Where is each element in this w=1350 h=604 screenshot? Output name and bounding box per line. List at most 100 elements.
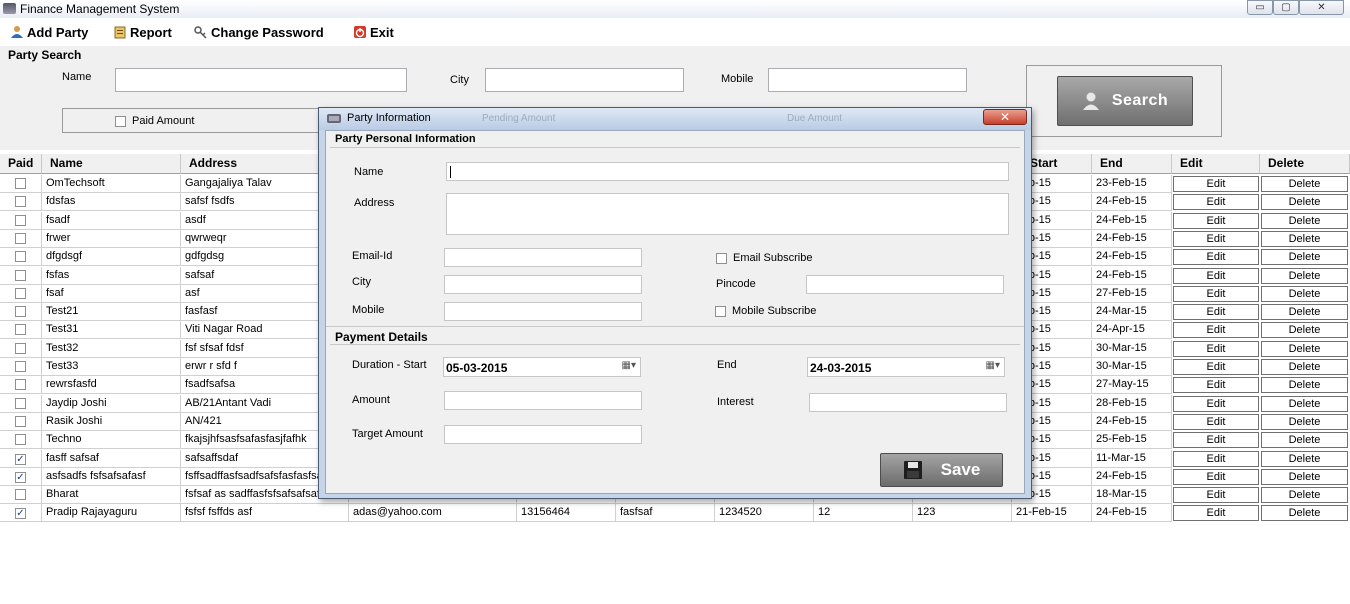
- party-mobile-input[interactable]: [444, 302, 642, 321]
- edit-button[interactable]: Edit: [1173, 194, 1259, 211]
- delete-button[interactable]: Delete: [1261, 212, 1348, 229]
- edit-button[interactable]: Edit: [1173, 359, 1259, 375]
- amount-input[interactable]: [444, 391, 642, 410]
- edit-button[interactable]: Edit: [1173, 249, 1259, 266]
- party-pincode-input[interactable]: [806, 275, 1004, 294]
- email-subscribe-row[interactable]: Email Subscribe: [716, 252, 812, 264]
- party-email-input[interactable]: [444, 248, 642, 267]
- paid-checkbox[interactable]: [15, 379, 26, 391]
- edit-button[interactable]: Edit: [1173, 285, 1259, 302]
- edit-button[interactable]: Edit: [1173, 395, 1259, 412]
- edit-button[interactable]: Edit: [1173, 212, 1259, 229]
- delete-button[interactable]: Delete: [1261, 413, 1348, 430]
- edit-button[interactable]: Edit: [1173, 450, 1259, 467]
- paid-checkbox[interactable]: [15, 471, 26, 483]
- edit-button[interactable]: Edit: [1173, 176, 1259, 192]
- edit-button[interactable]: Edit: [1173, 432, 1259, 449]
- search-city-input[interactable]: [485, 68, 684, 92]
- delete-button[interactable]: Delete: [1261, 505, 1348, 522]
- paid-checkbox[interactable]: [15, 306, 26, 318]
- delete-button[interactable]: Delete: [1261, 340, 1348, 357]
- calendar-dropdown-icon[interactable]: ▦▾: [986, 360, 1000, 371]
- paid-checkbox[interactable]: [15, 178, 26, 189]
- menu-report[interactable]: Report: [113, 24, 172, 40]
- paid-cell[interactable]: [0, 467, 42, 486]
- menu-change-password[interactable]: Change Password: [194, 24, 324, 40]
- delete-button[interactable]: Delete: [1261, 176, 1348, 192]
- duration-start-picker[interactable]: 05-03-2015 ▦▾: [443, 357, 641, 377]
- mobile-subscribe-row[interactable]: Mobile Subscribe: [715, 305, 816, 317]
- search-mobile-input[interactable]: [768, 68, 967, 92]
- edit-button[interactable]: Edit: [1173, 505, 1259, 522]
- delete-button[interactable]: Delete: [1261, 377, 1348, 394]
- paid-checkbox[interactable]: [15, 251, 26, 263]
- minimize-button[interactable]: ▭: [1247, 0, 1273, 15]
- edit-button[interactable]: Edit: [1173, 487, 1259, 504]
- edit-button[interactable]: Edit: [1173, 468, 1259, 485]
- delete-button[interactable]: Delete: [1261, 230, 1348, 247]
- paid-cell[interactable]: [0, 394, 42, 413]
- paid-cell[interactable]: [0, 211, 42, 230]
- paid-cell[interactable]: [0, 175, 42, 193]
- menu-add-party[interactable]: Add Party: [10, 24, 88, 40]
- search-button[interactable]: Search: [1057, 76, 1193, 126]
- col-header-delete[interactable]: Delete: [1260, 154, 1350, 174]
- col-header-edit[interactable]: Edit: [1172, 154, 1260, 174]
- paid-cell[interactable]: [0, 339, 42, 358]
- paid-cell[interactable]: [0, 266, 42, 285]
- save-button[interactable]: Save: [880, 453, 1003, 487]
- delete-button[interactable]: Delete: [1261, 432, 1348, 449]
- paid-cell[interactable]: [0, 193, 42, 212]
- paid-checkbox[interactable]: [15, 269, 26, 281]
- paid-checkbox[interactable]: [15, 287, 26, 299]
- paid-checkbox[interactable]: [15, 508, 26, 520]
- col-header-end[interactable]: End: [1092, 154, 1172, 174]
- party-address-input[interactable]: [446, 193, 1009, 235]
- paid-checkbox[interactable]: [15, 342, 26, 354]
- paid-cell[interactable]: [0, 284, 42, 303]
- paid-cell[interactable]: [0, 358, 42, 376]
- paid-cell[interactable]: [0, 412, 42, 431]
- paid-checkbox[interactable]: [15, 415, 26, 427]
- paid-cell[interactable]: [0, 504, 42, 523]
- delete-button[interactable]: Delete: [1261, 249, 1348, 266]
- target-amount-input[interactable]: [444, 425, 642, 444]
- party-city-input[interactable]: [444, 275, 642, 294]
- paid-cell[interactable]: [0, 229, 42, 248]
- edit-button[interactable]: Edit: [1173, 267, 1259, 284]
- delete-button[interactable]: Delete: [1261, 267, 1348, 284]
- col-header-name[interactable]: Name: [42, 154, 181, 174]
- delete-button[interactable]: Delete: [1261, 468, 1348, 485]
- paid-cell[interactable]: [0, 431, 42, 450]
- paid-checkbox[interactable]: [15, 434, 26, 446]
- menu-exit[interactable]: Exit: [353, 24, 394, 40]
- maximize-button[interactable]: ▢: [1273, 0, 1299, 15]
- edit-button[interactable]: Edit: [1173, 377, 1259, 394]
- duration-end-picker[interactable]: 24-03-2015 ▦▾: [807, 357, 1005, 377]
- delete-button[interactable]: Delete: [1261, 359, 1348, 375]
- dialog-close-button[interactable]: ✕: [983, 109, 1027, 125]
- paid-amount-checkbox-row[interactable]: Paid Amount: [115, 115, 194, 127]
- delete-button[interactable]: Delete: [1261, 450, 1348, 467]
- paid-cell[interactable]: [0, 303, 42, 322]
- email-subscribe-checkbox[interactable]: [716, 252, 727, 264]
- paid-checkbox[interactable]: [15, 324, 26, 336]
- edit-button[interactable]: Edit: [1173, 304, 1259, 321]
- paid-cell[interactable]: [0, 321, 42, 340]
- paid-checkbox[interactable]: [15, 361, 26, 372]
- paid-checkbox[interactable]: [15, 232, 26, 244]
- paid-checkbox[interactable]: [15, 453, 26, 465]
- delete-button[interactable]: Delete: [1261, 194, 1348, 211]
- search-name-input[interactable]: [115, 68, 407, 92]
- delete-button[interactable]: Delete: [1261, 304, 1348, 321]
- paid-cell[interactable]: [0, 486, 42, 505]
- close-button[interactable]: ✕: [1299, 0, 1344, 15]
- col-header-paid[interactable]: Paid: [0, 154, 42, 174]
- paid-amount-checkbox[interactable]: [115, 115, 126, 127]
- paid-cell[interactable]: [0, 376, 42, 395]
- delete-button[interactable]: Delete: [1261, 395, 1348, 412]
- edit-button[interactable]: Edit: [1173, 413, 1259, 430]
- calendar-dropdown-icon[interactable]: ▦▾: [622, 360, 636, 371]
- paid-checkbox[interactable]: [15, 489, 26, 501]
- paid-checkbox[interactable]: [15, 397, 26, 409]
